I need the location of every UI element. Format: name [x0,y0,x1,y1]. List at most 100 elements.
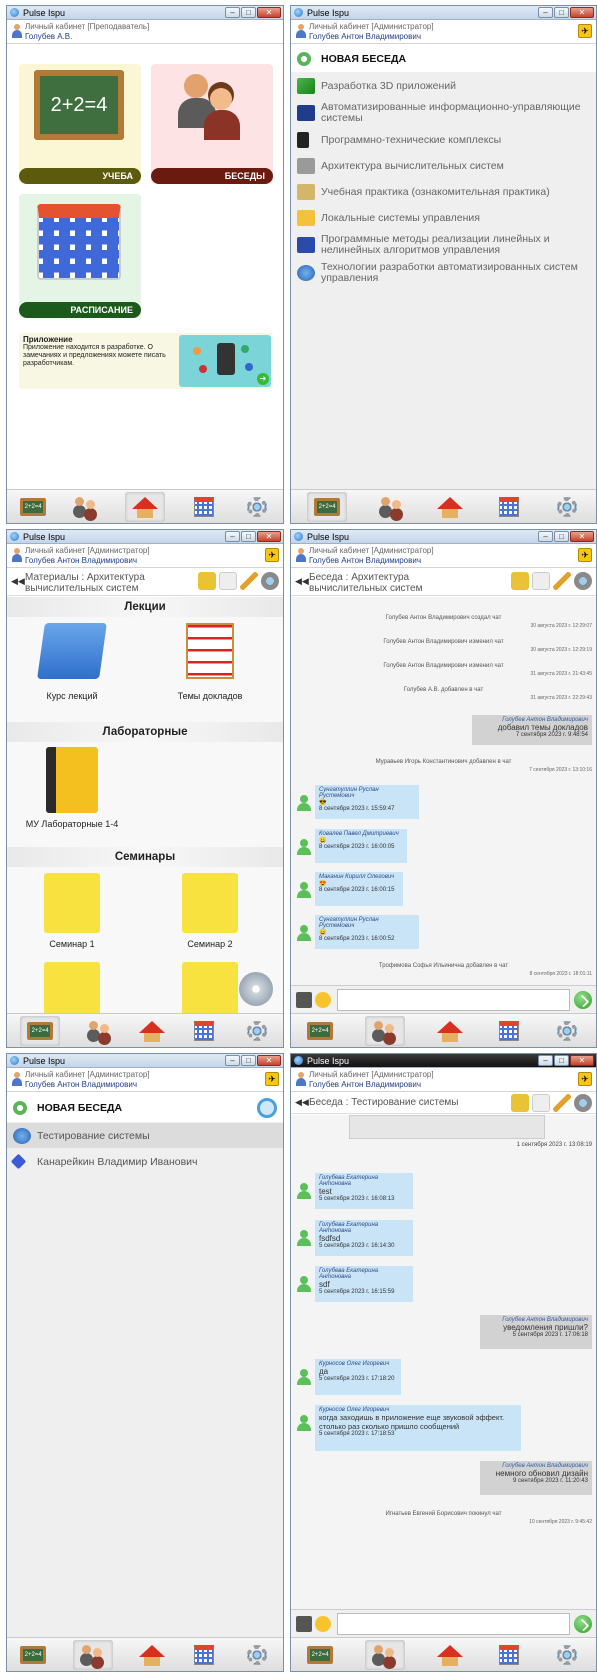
attach-icon[interactable] [296,1616,312,1632]
maximize-button[interactable]: □ [554,531,569,542]
close-button[interactable]: ✕ [570,7,594,18]
edit-icon[interactable] [240,572,258,590]
nav-study[interactable]: 2+2=4 [20,1015,61,1046]
gear-icon[interactable] [261,572,279,590]
close-button[interactable]: ✕ [257,531,281,542]
nav-study[interactable]: 2+2=4 [20,1643,47,1667]
course-item[interactable]: Автоматизированные информационно-управля… [291,99,596,127]
close-button[interactable]: ✕ [570,531,594,542]
tile-study[interactable]: 2+2=4 УЧЕБА [19,64,141,184]
lab-manual[interactable]: МУ Лабораторные 1-4 [17,747,127,829]
maximize-button[interactable]: □ [241,531,256,542]
back-icon[interactable]: ◀◀ [11,576,25,586]
minimize-button[interactable]: – [538,7,553,18]
nav-schedule[interactable] [496,1019,522,1043]
gear-icon[interactable] [574,572,592,590]
emoji-icon[interactable] [315,992,331,1008]
chat-item[interactable]: Тестирование системы [7,1123,283,1149]
nav-home[interactable] [138,1019,165,1043]
edit-icon[interactable] [553,1094,571,1112]
nav-chats[interactable] [87,1019,113,1043]
close-button[interactable]: ✕ [257,1055,281,1066]
new-chat-button[interactable]: НОВАЯ БЕСЕДА [291,45,596,73]
back-icon[interactable]: ◀◀ [295,576,309,586]
nav-schedule[interactable] [191,1643,217,1667]
tile-schedule[interactable]: РАСПИСАНИЕ [19,194,141,318]
maximize-button[interactable]: □ [554,7,569,18]
exit-button[interactable]: ✈ [578,1072,592,1086]
message-input[interactable] [337,989,570,1011]
folder-icon[interactable] [198,572,216,590]
folder-icon[interactable] [511,1094,529,1112]
minimize-button[interactable]: – [538,1055,553,1066]
nav-settings[interactable] [554,495,580,519]
back-icon[interactable]: ◀◀ [295,1097,309,1107]
minimize-button[interactable]: – [225,1055,240,1066]
course-item[interactable]: Локальные системы управления [291,205,596,231]
course-item[interactable]: Программные методы реализации линейных и… [291,231,596,259]
exit-button[interactable]: ✈ [578,548,592,562]
new-chat-button[interactable]: НОВАЯ БЕСЕДА [7,1093,283,1123]
course-item[interactable]: Учебная практика (ознакомительная практи… [291,179,596,205]
course-item[interactable]: Технологии разработки автоматизированных… [291,259,596,287]
exit-button[interactable]: ✈ [578,24,592,38]
nav-study[interactable]: 2+2=4 [20,495,47,519]
image-attachment[interactable] [349,1115,545,1139]
nav-settings[interactable] [244,1643,270,1667]
nav-settings[interactable] [244,1019,270,1043]
close-button[interactable]: ✕ [570,1055,594,1066]
nav-settings[interactable] [244,495,270,519]
nav-chats[interactable] [72,1639,113,1670]
folder-icon[interactable] [511,572,529,590]
seminar-1[interactable]: Семинар 1 [17,873,127,949]
minimize-button[interactable]: – [225,7,240,18]
nav-settings[interactable] [554,1643,580,1667]
nav-chats[interactable] [365,1015,406,1046]
search-icon[interactable] [257,1098,277,1118]
nav-home[interactable] [124,491,165,522]
seminar-2[interactable]: Семинар 2 [155,873,265,949]
attach-icon[interactable] [296,992,312,1008]
emoji-icon[interactable] [315,1616,331,1632]
nav-study[interactable]: 2+2=4 [307,491,348,522]
nav-schedule[interactable] [496,1643,522,1667]
maximize-button[interactable]: □ [241,1055,256,1066]
course-item[interactable]: Программно-технические комплексы [291,127,596,153]
nav-home[interactable] [437,1643,464,1667]
maximize-button[interactable]: □ [241,7,256,18]
nav-study[interactable]: 2+2=4 [307,1643,334,1667]
message-input[interactable] [337,1613,570,1635]
search-icon[interactable] [532,1094,550,1112]
seminar-3[interactable] [17,962,127,1013]
nav-home[interactable] [437,495,464,519]
course-item[interactable]: Разработка 3D приложений [291,73,596,99]
gear-icon[interactable] [574,1094,592,1112]
tile-chats[interactable]: БЕСЕДЫ [151,64,273,184]
search-icon[interactable] [219,572,237,590]
edit-icon[interactable] [553,572,571,590]
minimize-button[interactable]: – [538,531,553,542]
lectures-topics[interactable]: Темы докладов [155,623,265,701]
exit-button[interactable]: ✈ [265,548,279,562]
minimize-button[interactable]: – [225,531,240,542]
lectures-course[interactable]: Курс лекций [17,623,127,701]
exit-button[interactable]: ✈ [265,1072,279,1086]
course-item[interactable]: Архитектура вычислительных систем [291,153,596,179]
search-icon[interactable] [532,572,550,590]
nav-chats[interactable] [379,495,405,519]
nav-settings[interactable] [554,1019,580,1043]
nav-chats[interactable] [365,1639,406,1670]
nav-schedule[interactable] [496,495,522,519]
apps-icon[interactable]: ➜ [179,335,271,387]
nav-home[interactable] [138,1643,165,1667]
nav-schedule[interactable] [191,1019,217,1043]
maximize-button[interactable]: □ [554,1055,569,1066]
nav-schedule[interactable] [191,495,217,519]
nav-chats[interactable] [73,495,99,519]
nav-study[interactable]: 2+2=4 [307,1019,334,1043]
send-icon[interactable] [574,1615,592,1633]
send-icon[interactable] [574,991,592,1009]
add-disk-icon[interactable] [239,972,273,1006]
close-button[interactable]: ✕ [257,7,281,18]
chat-item[interactable]: Канарейкин Владимир Иванович [7,1149,283,1175]
